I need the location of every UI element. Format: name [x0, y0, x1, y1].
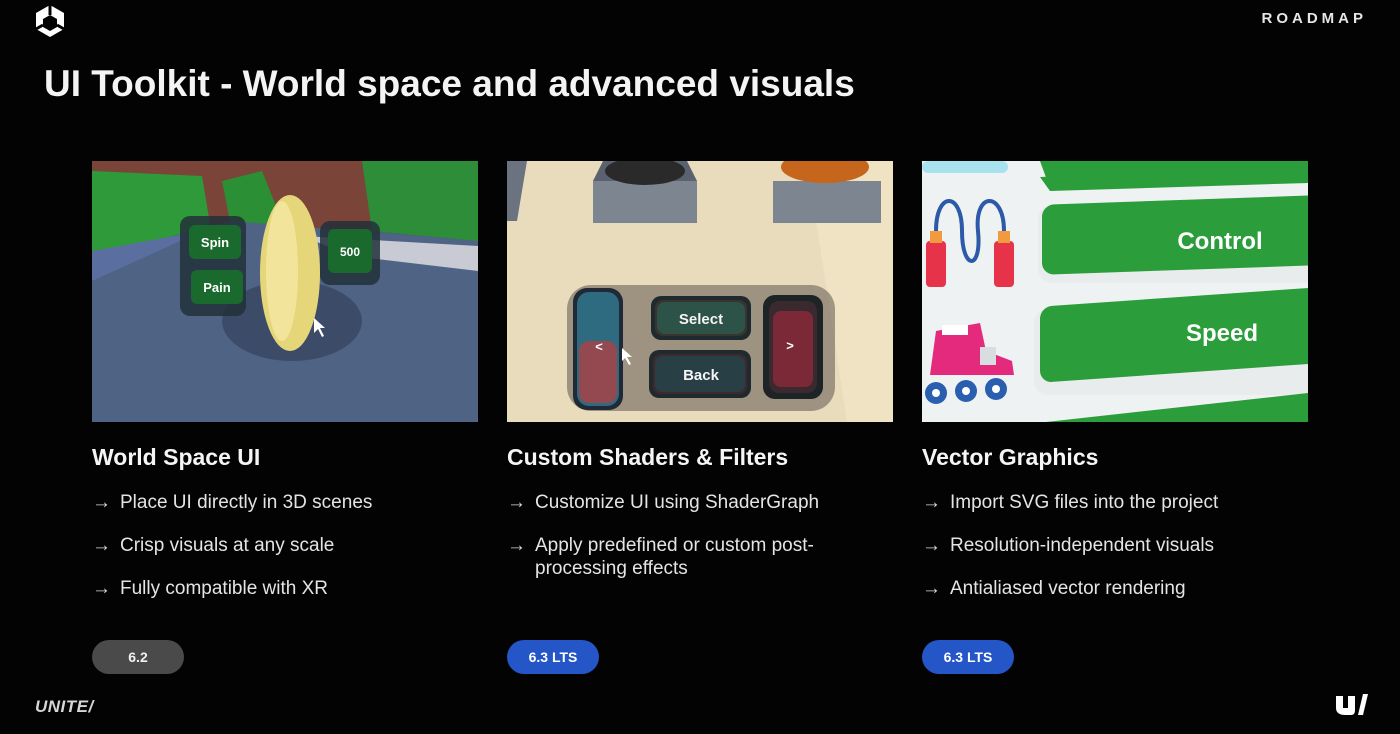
bullet-list: → Import SVG files into the project → Reso… [922, 491, 1310, 600]
arrow-right-icon: → [92, 535, 111, 556]
list-item: → Fully compatible with XR [92, 578, 329, 599]
list-item: → Crisp visuals at any scale [92, 535, 335, 556]
card-title: Custom Shaders & Filters [507, 444, 789, 470]
arrow-right-icon: → [922, 578, 941, 599]
control-button: Control [1177, 228, 1262, 255]
next-button: > [786, 338, 794, 353]
card-vector-graphics: Control Speed Vector Graphics → Import SV… [922, 161, 1310, 674]
score-button: 500 [340, 245, 360, 259]
vector-graphics-image: Control Speed [922, 161, 1308, 422]
card-world-space-ui: Spin Pain 500 World Space UI → Place UI d… [92, 161, 480, 674]
arrow-right-icon: → [507, 535, 526, 556]
list-item: → Antialiased vector rendering [922, 578, 1186, 599]
version-badge: 6.3 LTS [507, 640, 599, 674]
card-custom-shaders: < Select Back > Custom Shaders & Filters… [507, 161, 895, 674]
arrow-right-icon: → [922, 492, 941, 513]
unite-u-logo-icon [1336, 694, 1368, 715]
select-button: Select [679, 311, 723, 328]
arrow-right-icon: → [92, 492, 111, 513]
pain-button: Pain [203, 280, 231, 295]
list-item: → Import SVG files into the project [922, 492, 1219, 513]
list-item: → Place UI directly in 3D scenes [92, 492, 373, 513]
world-space-ui-image: Spin Pain 500 [92, 161, 478, 422]
version-badge: 6.2 [92, 640, 184, 674]
event-logo: UNITE/ [35, 697, 94, 716]
arrow-right-icon: → [922, 535, 941, 556]
arrow-right-icon: → [507, 492, 526, 513]
prev-button: < [595, 339, 603, 354]
speed-button: Speed [1186, 320, 1258, 347]
version-badge: 6.3 LTS [922, 640, 1014, 674]
page-title: UI Toolkit - World space and advanced vi… [44, 63, 855, 104]
spin-button: Spin [201, 235, 229, 250]
card-title: World Space UI [92, 444, 261, 470]
card-title: Vector Graphics [922, 444, 1099, 470]
list-item: → Resolution-independent visuals [922, 535, 1215, 556]
unity-cube-icon [35, 5, 65, 37]
arrow-right-icon: → [92, 578, 111, 599]
back-button: Back [683, 367, 720, 384]
custom-shaders-image: < Select Back > [507, 161, 893, 422]
list-item: → Customize UI using ShaderGraph [507, 492, 820, 513]
bullet-list: → Customize UI using ShaderGraph → Apply p… [507, 491, 895, 580]
bullet-list: → Place UI directly in 3D scenes → Crisp v… [92, 491, 480, 600]
section-label: ROADMAP [1261, 10, 1367, 27]
list-item: → Apply predefined or custom post-process… [507, 535, 814, 579]
